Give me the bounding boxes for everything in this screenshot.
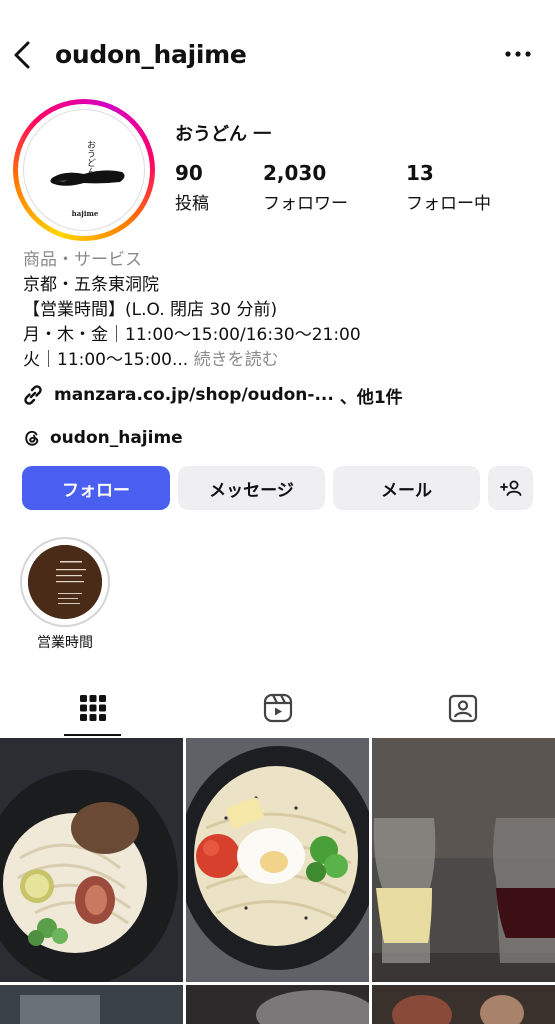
- avatar: おうどん hajime: [23, 109, 145, 231]
- stat-posts-label: 投稿: [175, 194, 209, 214]
- bio-truncated-text: 火｜11:00〜15:00...: [23, 350, 189, 370]
- add-user-icon: [499, 480, 521, 496]
- profile-tabs: [0, 680, 555, 736]
- avatar-brand: hajime: [72, 209, 99, 218]
- post-thumbnail[interactable]: [186, 738, 369, 982]
- mail-button[interactable]: メール: [333, 466, 480, 510]
- tab-posts-grid[interactable]: [0, 680, 185, 736]
- post-thumbnail[interactable]: [372, 985, 555, 1024]
- post-thumbnail[interactable]: [372, 738, 555, 982]
- stat-posts-value: 90: [175, 161, 203, 185]
- post-thumbnail[interactable]: [186, 985, 369, 1024]
- bio-category: 商品・サービス: [23, 250, 142, 270]
- add-user-button[interactable]: [488, 466, 533, 510]
- tab-reels[interactable]: [185, 680, 370, 736]
- posts-grid: [0, 738, 555, 1024]
- threads-icon: [25, 430, 39, 446]
- stat-followers-label: フォロワー: [263, 194, 348, 214]
- stat-followers[interactable]: 2,030 フォロワー: [263, 161, 348, 214]
- stat-followers-value: 2,030: [263, 161, 327, 185]
- bio-line: 【営業時間】(L.O. 閉店 30 分前): [23, 300, 278, 320]
- link-icon: [24, 385, 42, 405]
- stat-posts[interactable]: 90 投稿: [175, 161, 209, 214]
- chevron-left-icon[interactable]: [10, 38, 34, 72]
- top-bar: oudon_hajime: [0, 30, 555, 80]
- message-button[interactable]: メッセージ: [178, 466, 325, 510]
- post-thumbnail[interactable]: [0, 985, 183, 1024]
- grid-icon: [79, 695, 106, 721]
- follow-button[interactable]: フォロー: [22, 466, 170, 510]
- tagged-user-icon: [448, 694, 477, 723]
- active-tab-indicator: [64, 734, 121, 736]
- read-more-link[interactable]: 続きを読む: [194, 350, 279, 370]
- story-ring[interactable]: おうどん hajime: [13, 99, 155, 241]
- profile-username: oudon_hajime: [55, 40, 247, 69]
- story-highlight[interactable]: [20, 537, 110, 627]
- highlight-label: 営業時間: [37, 635, 93, 651]
- threads-badge[interactable]: oudon_hajime: [22, 424, 183, 452]
- display-name: おうどん 一: [175, 124, 272, 145]
- threads-handle: oudon_hajime: [50, 428, 183, 448]
- bio-link-extra: 、他1件: [339, 387, 403, 408]
- bio-link[interactable]: manzara.co.jp/shop/oudon-... 、他1件: [20, 381, 403, 409]
- stat-following-label: フォロー中: [406, 194, 491, 214]
- bio-line: 月・木・金｜11:00〜15:00/16:30〜21:00: [23, 325, 361, 345]
- bio-line: 京都・五条東洞院: [23, 275, 159, 295]
- tab-tagged[interactable]: [370, 680, 555, 736]
- highlight-cover: [28, 545, 102, 619]
- bio-link-text: manzara.co.jp/shop/oudon-...: [54, 385, 334, 405]
- bio-line-truncated: 火｜11:00〜15:00... 続きを読む: [23, 348, 361, 373]
- stat-following[interactable]: 13 フォロー中: [406, 161, 491, 214]
- reels-icon: [263, 693, 292, 723]
- bio: 商品・サービス 京都・五条東洞院 【営業時間】(L.O. 閉店 30 分前) 月…: [23, 248, 361, 373]
- post-thumbnail[interactable]: [0, 738, 183, 982]
- more-dots-icon[interactable]: [503, 42, 533, 66]
- avatar-text: おうどん: [85, 140, 96, 176]
- stat-following-value: 13: [406, 161, 434, 185]
